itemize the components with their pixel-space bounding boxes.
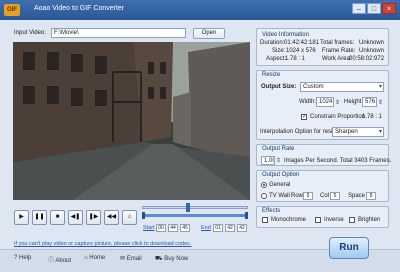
frame-rate-label: Frame Rate: [322, 48, 356, 54]
rewind-button[interactable]: ◀◀ [104, 210, 119, 225]
col-label: Col [320, 193, 330, 199]
dropdown-arrow-icon: ▾ [378, 84, 382, 90]
space-field[interactable]: 8 [366, 192, 376, 200]
home-icon: ⌂ [84, 255, 88, 261]
start-hour-field[interactable]: 00 [156, 224, 166, 232]
width-field[interactable]: 1024 [316, 97, 334, 107]
open-button[interactable]: Open [193, 28, 225, 39]
range-end-handle[interactable] [245, 212, 248, 219]
general-radio[interactable] [261, 182, 267, 188]
playback-slider-thumb[interactable] [186, 203, 190, 212]
output-size-value: Custom [303, 84, 324, 90]
frame-rate-value: Unknown [359, 48, 385, 54]
end-minute-field[interactable]: 42 [225, 224, 235, 232]
effects-title: Effects [262, 208, 281, 214]
input-video-field[interactable]: F:\Movie\ [51, 28, 186, 38]
video-preview [13, 42, 250, 200]
output-size-label: Output Size: [261, 84, 297, 90]
row-label: Row [291, 193, 304, 199]
range-start-handle[interactable] [142, 212, 145, 219]
about-link[interactable]: ⓘ About [48, 255, 71, 264]
dropdown-arrow-icon: ▾ [378, 129, 382, 135]
output-rate-text: Images Per Second. Total 3403 Frames. [284, 158, 392, 164]
aspect-label: Aspect: [266, 56, 287, 62]
width-spinner-icon[interactable]: ⇕ [335, 99, 340, 106]
end-time-link[interactable]: End [201, 225, 211, 231]
output-size-select[interactable]: Custom ▾ [300, 82, 384, 92]
app-logo-icon: GIF [4, 4, 20, 16]
resize-title: Resize [262, 72, 281, 78]
height-spinner-icon[interactable]: ⇕ [378, 99, 383, 106]
monochrome-label: Monochrome [271, 217, 307, 223]
maximize-button[interactable]: □ [367, 3, 381, 14]
inverse-label: Inverse [324, 217, 344, 223]
start-second-field[interactable]: 45 [180, 224, 190, 232]
end-second-field[interactable]: 42 [237, 224, 247, 232]
start-minute-field[interactable]: 44 [168, 224, 178, 232]
info-icon: ⓘ [48, 258, 55, 264]
video-frame-image [13, 42, 250, 200]
output-rate-spinner-icon[interactable]: ⇕ [276, 157, 281, 164]
size-value: 1024 x 576 [286, 48, 316, 54]
run-label: Run [339, 242, 359, 253]
home-link[interactable]: ⌂ Home [84, 255, 105, 261]
tv-wall-radio[interactable] [261, 193, 267, 199]
height-field[interactable]: 576 [362, 97, 377, 107]
video-info-title: Video Information [262, 32, 309, 38]
constrain-label: Constrain Proportion [310, 114, 366, 120]
email-icon: ✉ [120, 256, 126, 262]
work-area-value: 00:58:02:972 [349, 56, 385, 62]
duration-label: Duration: [260, 40, 285, 46]
work-area-label: Work Area: [322, 56, 352, 62]
output-rate-field[interactable]: 1.00 [261, 156, 275, 165]
output-rate-title: Output Rate [262, 146, 295, 152]
stop-button[interactable]: ■ [50, 210, 65, 225]
constrain-ratio: 1.78 : 1 [362, 114, 383, 120]
range-slider-fill [142, 214, 248, 217]
height-label: Height: [344, 99, 364, 105]
output-option-title: Output Option [262, 172, 300, 178]
interpolation-value: Sharpen [335, 129, 358, 135]
title-bar: GIF Aoao Video to GIF Converter – □ × [0, 0, 400, 20]
download-codec-link[interactable]: If you can't play video or capture pictu… [14, 241, 191, 247]
monochrome-checkbox[interactable] [262, 217, 268, 223]
start-time-link[interactable]: Start [143, 225, 155, 231]
col-field[interactable]: 5 [330, 192, 340, 200]
general-label: General [269, 182, 291, 188]
size-label: Size: [272, 48, 286, 54]
run-button[interactable]: Run [329, 237, 369, 259]
help-link[interactable]: ? Help [14, 255, 31, 261]
interpolation-select[interactable]: Sharpen ▾ [332, 127, 384, 137]
next-frame-button[interactable]: ❚▶ [86, 210, 101, 225]
buy-now-link[interactable]: ⛟ Buy Now [155, 255, 188, 263]
email-link[interactable]: ✉ Email [120, 255, 142, 262]
tv-wall-label: TV Wall [269, 193, 290, 199]
total-frames-label: Total frames: [320, 40, 355, 46]
duration-value: 01:42:42:181 [284, 40, 320, 46]
snapshot-button[interactable]: ⌂ [122, 210, 137, 225]
interpolation-label: Interpolation Option for resize: [260, 129, 341, 135]
play-button[interactable]: ▶ [14, 210, 29, 225]
row-field[interactable]: 5 [303, 192, 313, 200]
pause-button[interactable]: ❚❚ [32, 210, 47, 225]
help-icon: ? [14, 255, 18, 261]
aspect-value: 1.78 : 1 [285, 56, 306, 62]
space-label: Space [348, 193, 366, 199]
width-label: Width: [299, 99, 317, 105]
window-title: Aoao Video to GIF Converter [34, 5, 125, 12]
end-hour-field[interactable]: 01 [213, 224, 223, 232]
checkmark-icon: ✓ [302, 114, 308, 120]
total-frames-value: Unknown [359, 40, 385, 46]
inverse-checkbox[interactable] [315, 217, 321, 223]
input-video-label: Input Video: [14, 30, 46, 36]
minimize-button[interactable]: – [352, 3, 366, 14]
constrain-checkbox[interactable]: ✓ [301, 114, 307, 120]
brighten-checkbox[interactable] [349, 217, 355, 223]
cart-icon: ⛟ [155, 256, 163, 262]
brighten-label: Brighten [358, 217, 381, 223]
close-button[interactable]: × [382, 3, 396, 14]
previous-frame-button[interactable]: ◀❚ [68, 210, 83, 225]
playback-slider-track[interactable] [142, 206, 248, 209]
